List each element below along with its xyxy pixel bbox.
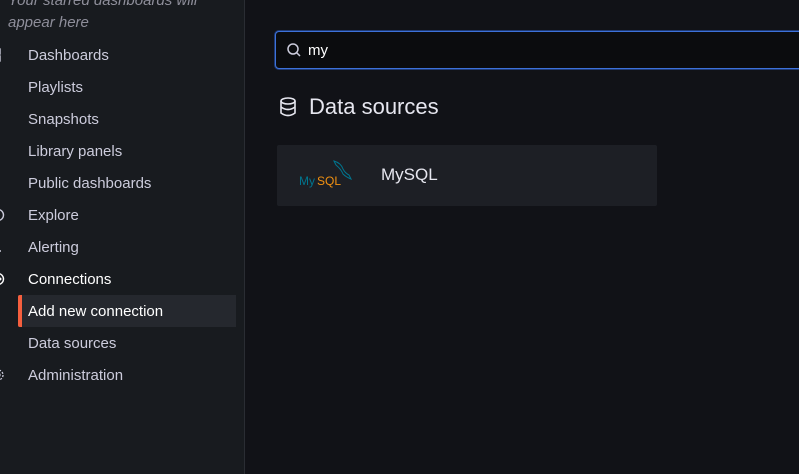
sidebar-item-add-new-connection[interactable]: Add new connection (18, 295, 236, 327)
sidebar-item-library-panels[interactable]: Library panels (0, 135, 236, 167)
compass-icon (0, 209, 5, 221)
svg-text:My: My (299, 174, 315, 188)
sidebar-item-explore[interactable]: Explore (0, 199, 236, 231)
sidebar-item-label: Alerting (28, 238, 79, 256)
connections-icon (0, 273, 5, 285)
database-icon (280, 97, 296, 117)
sidebar-item-label: Snapshots (28, 110, 99, 128)
mysql-logo: My SQL (299, 160, 353, 188)
section-title-text: Data sources (309, 94, 439, 119)
svg-text:SQL: SQL (317, 174, 341, 188)
sidebar-item-data-sources[interactable]: Data sources (0, 327, 236, 359)
section-title: Data sources (279, 94, 439, 120)
sidebar: Your starred dashboards will appear here… (0, 0, 245, 474)
sidebar-item-label: Library panels (28, 142, 123, 160)
sidebar-item-label: Dashboards (28, 46, 109, 64)
dashboards-grid-icon (0, 48, 1, 62)
sidebar-item-alerting[interactable]: Alerting (0, 231, 236, 263)
sidebar-item-label: Add new connection (28, 302, 164, 320)
sidebar-item-label: Public dashboards (28, 174, 152, 192)
gear-icon (0, 369, 4, 381)
sidebar-item-snapshots[interactable]: Snapshots (0, 103, 236, 135)
active-indicator (18, 295, 22, 327)
sidebar-item-label: Playlists (28, 78, 84, 96)
sidebar-item-label: Data sources (28, 334, 117, 352)
starred-dashboards-hint: Your starred dashboards will appear here (8, 0, 198, 31)
sidebar-item-public-dashboards[interactable]: Public dashboards (0, 167, 236, 199)
search-icon (287, 43, 301, 57)
search-input[interactable] (308, 41, 799, 59)
bell-icon (0, 242, 1, 252)
sidebar-item-label: Explore (28, 206, 79, 224)
main-content: Data sources My SQL MySQL (245, 0, 799, 474)
sidebar-item-label: Connections (28, 270, 112, 288)
sidebar-item-dashboards[interactable]: Dashboards (0, 39, 236, 71)
sidebar-item-label: Administration (28, 366, 124, 384)
sidebar-item-playlists[interactable]: Playlists (0, 71, 236, 103)
search-box[interactable] (275, 31, 799, 69)
datasource-name: MySQL (381, 165, 438, 184)
sidebar-item-administration[interactable]: Administration (0, 359, 236, 391)
sidebar-item-connections[interactable]: Connections (0, 263, 236, 295)
datasource-card-mysql[interactable]: My SQL MySQL (277, 145, 657, 206)
